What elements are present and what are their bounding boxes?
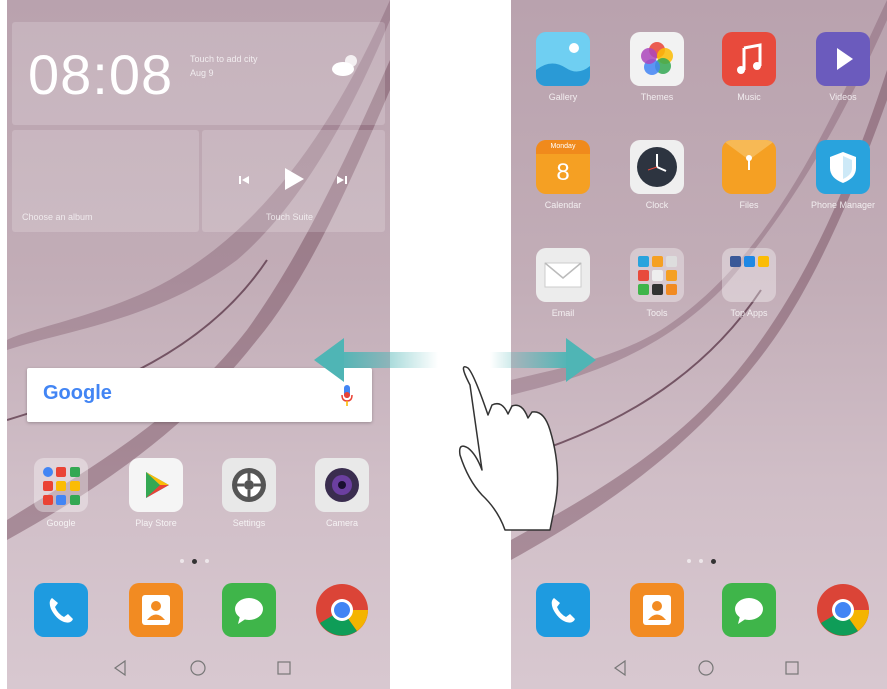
- back-icon[interactable]: [611, 659, 629, 677]
- navigation-bar: [7, 649, 390, 689]
- page-dot: [180, 559, 184, 563]
- shield-icon: [816, 140, 870, 194]
- clock-date: Aug 9: [190, 68, 214, 78]
- clock-icon: [630, 140, 684, 194]
- app-label: Themes: [640, 92, 674, 102]
- contacts-icon: [129, 583, 183, 637]
- page-dot-active: [711, 559, 716, 564]
- phone-icon: [34, 583, 88, 637]
- app-label: Music: [737, 92, 761, 102]
- music-hint: Touch Suite: [266, 212, 314, 222]
- app-play-store[interactable]: Play Store: [116, 458, 196, 528]
- app-label: Tools: [646, 308, 668, 318]
- dock-phone[interactable]: [21, 583, 101, 637]
- page-dot-active: [192, 559, 197, 564]
- top-apps-folder-icon: [722, 248, 776, 302]
- left-arrow-icon: [314, 338, 438, 382]
- music-icon: [722, 32, 776, 86]
- themes-icon: [630, 32, 684, 86]
- folder-icon: [722, 140, 776, 194]
- dock-messaging[interactable]: [709, 583, 789, 637]
- app-clock[interactable]: Clock: [617, 140, 697, 210]
- home-icon[interactable]: [697, 659, 715, 677]
- app-themes[interactable]: Themes: [617, 32, 697, 102]
- app-music[interactable]: Music: [709, 32, 789, 102]
- next-icon[interactable]: [336, 174, 348, 186]
- album-hint: Choose an album: [22, 212, 93, 222]
- add-city-hint[interactable]: Touch to add city: [190, 54, 258, 64]
- dock-contacts[interactable]: [617, 583, 697, 637]
- dock-messaging[interactable]: [209, 583, 289, 637]
- app-label: Email: [551, 308, 575, 318]
- app-files[interactable]: Files: [709, 140, 789, 210]
- app-tools-folder[interactable]: Tools: [617, 248, 697, 318]
- dock-contacts[interactable]: [116, 583, 196, 637]
- envelope-icon: [536, 248, 590, 302]
- app-label: Clock: [645, 200, 669, 210]
- dock-chrome[interactable]: [803, 583, 883, 637]
- right-arrow-icon: [490, 338, 596, 382]
- recents-icon[interactable]: [783, 659, 801, 677]
- app-label: Google: [46, 518, 76, 528]
- page-dot: [205, 559, 209, 563]
- calendar-day-text: Monday: [536, 140, 590, 154]
- recents-icon[interactable]: [275, 659, 293, 677]
- app-label: Gallery: [548, 92, 578, 102]
- clock-weather-widget[interactable]: 08:08 Touch to add city Aug 9: [12, 22, 385, 125]
- message-icon: [222, 583, 276, 637]
- app-label: Videos: [829, 92, 857, 102]
- dock-chrome[interactable]: [302, 583, 382, 637]
- dock-phone[interactable]: [523, 583, 603, 637]
- app-label: Play Store: [135, 518, 177, 528]
- contacts-icon: [630, 583, 684, 637]
- app-calendar[interactable]: Monday 8 Calendar: [523, 140, 603, 210]
- message-icon: [722, 583, 776, 637]
- app-label: Files: [739, 200, 759, 210]
- app-phone-manager[interactable]: Phone Manager: [803, 140, 883, 210]
- swipe-gesture-illustration: [314, 338, 596, 531]
- app-videos[interactable]: Videos: [803, 32, 883, 102]
- play-icon[interactable]: [282, 166, 306, 192]
- chrome-icon: [816, 583, 870, 637]
- google-folder-icon: [34, 458, 88, 512]
- home-icon[interactable]: [189, 659, 207, 677]
- play-store-icon: [129, 458, 183, 512]
- page-dot: [699, 559, 703, 563]
- page-indicator: [180, 559, 209, 564]
- clock-time: 08:08: [28, 43, 174, 106]
- google-logo-text: Google: [43, 382, 112, 404]
- tools-folder-icon: [630, 248, 684, 302]
- previous-icon[interactable]: [238, 174, 250, 186]
- calendar-icon: Monday 8: [536, 140, 590, 194]
- app-google-folder[interactable]: Google: [21, 458, 101, 528]
- app-label: Calendar: [544, 200, 582, 210]
- app-label: Phone Manager: [810, 200, 876, 210]
- app-top-apps-folder[interactable]: Top Apps: [709, 248, 789, 318]
- partly-cloudy-icon: [332, 55, 357, 76]
- calendar-day-number: 8: [556, 159, 570, 186]
- google-logo: Google: [43, 382, 112, 405]
- phone-icon: [536, 583, 590, 637]
- back-icon[interactable]: [111, 659, 129, 677]
- album-widget[interactable]: Choose an album: [12, 130, 199, 232]
- page-indicator: [687, 559, 716, 564]
- navigation-bar: [511, 649, 887, 689]
- chrome-icon: [315, 583, 369, 637]
- video-play-icon: [816, 32, 870, 86]
- app-settings[interactable]: Settings: [209, 458, 289, 528]
- gear-icon: [222, 458, 276, 512]
- gallery-icon: [536, 32, 590, 86]
- page-dot: [687, 559, 691, 563]
- app-label: Top Apps: [730, 308, 768, 318]
- app-gallery[interactable]: Gallery: [523, 32, 603, 102]
- music-widget[interactable]: Touch Suite: [202, 130, 385, 232]
- hand-pointer-icon: [458, 366, 559, 531]
- app-label: Settings: [232, 518, 266, 528]
- app-email[interactable]: Email: [523, 248, 603, 318]
